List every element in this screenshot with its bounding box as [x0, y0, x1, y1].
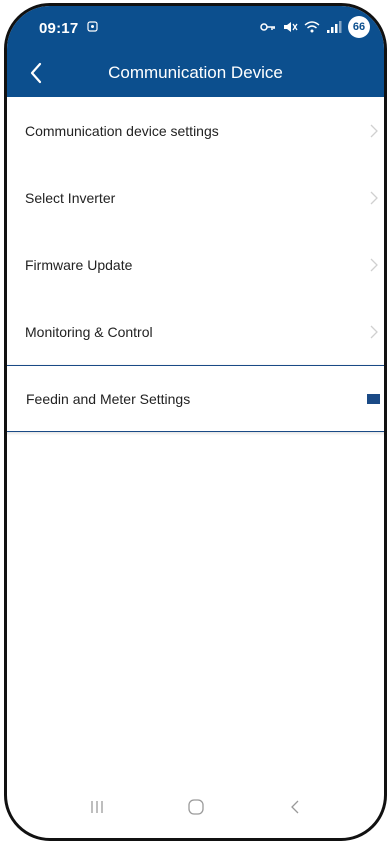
battery-indicator: 66 [348, 16, 370, 38]
menu-item-label: Select Inverter [25, 189, 116, 206]
chevron-right-icon [370, 325, 378, 338]
mute-icon [284, 22, 298, 32]
menu-item-label: Communication device settings [25, 122, 219, 139]
page-title: Communication Device [108, 63, 283, 82]
signal-icon [327, 21, 342, 33]
title-bar: Communication Device [7, 54, 384, 94]
recents-icon [90, 801, 103, 813]
chevron-right-icon [370, 191, 378, 204]
menu-item-label: Monitoring & Control [25, 323, 153, 340]
menu-list: Communication device settings Select Inv… [7, 97, 384, 432]
recents-button[interactable] [77, 792, 117, 822]
key-icon [260, 23, 275, 31]
phone-screen: 09:17 66 Communication Device Communicat… [4, 3, 387, 841]
home-icon [187, 799, 204, 815]
menu-item-communication-device-settings[interactable]: Communication device settings [7, 97, 384, 164]
menu-item-label: Feedin and Meter Settings [26, 390, 191, 407]
status-icons: 66 [260, 16, 370, 38]
app-header: 09:17 66 Communication Device [7, 6, 384, 97]
wifi-icon [304, 21, 320, 33]
status-bar: 09:17 66 [7, 6, 384, 46]
nav-back-button[interactable] [275, 792, 315, 822]
home-button[interactable] [176, 792, 216, 822]
menu-item-firmware-update[interactable]: Firmware Update [7, 231, 384, 298]
chevron-right-icon [370, 258, 378, 271]
back-icon [290, 800, 298, 814]
menu-item-select-inverter[interactable]: Select Inverter [7, 164, 384, 231]
chevron-right-icon [370, 124, 378, 137]
menu-item-label: Firmware Update [25, 256, 133, 273]
status-time: 09:17 [39, 20, 79, 37]
menu-item-feedin-meter-settings[interactable]: Feedin and Meter Settings [7, 365, 384, 432]
selection-marker [367, 393, 380, 404]
notification-icon [87, 21, 98, 32]
system-nav-bar [7, 776, 384, 838]
menu-item-monitoring-control[interactable]: Monitoring & Control [7, 298, 384, 365]
